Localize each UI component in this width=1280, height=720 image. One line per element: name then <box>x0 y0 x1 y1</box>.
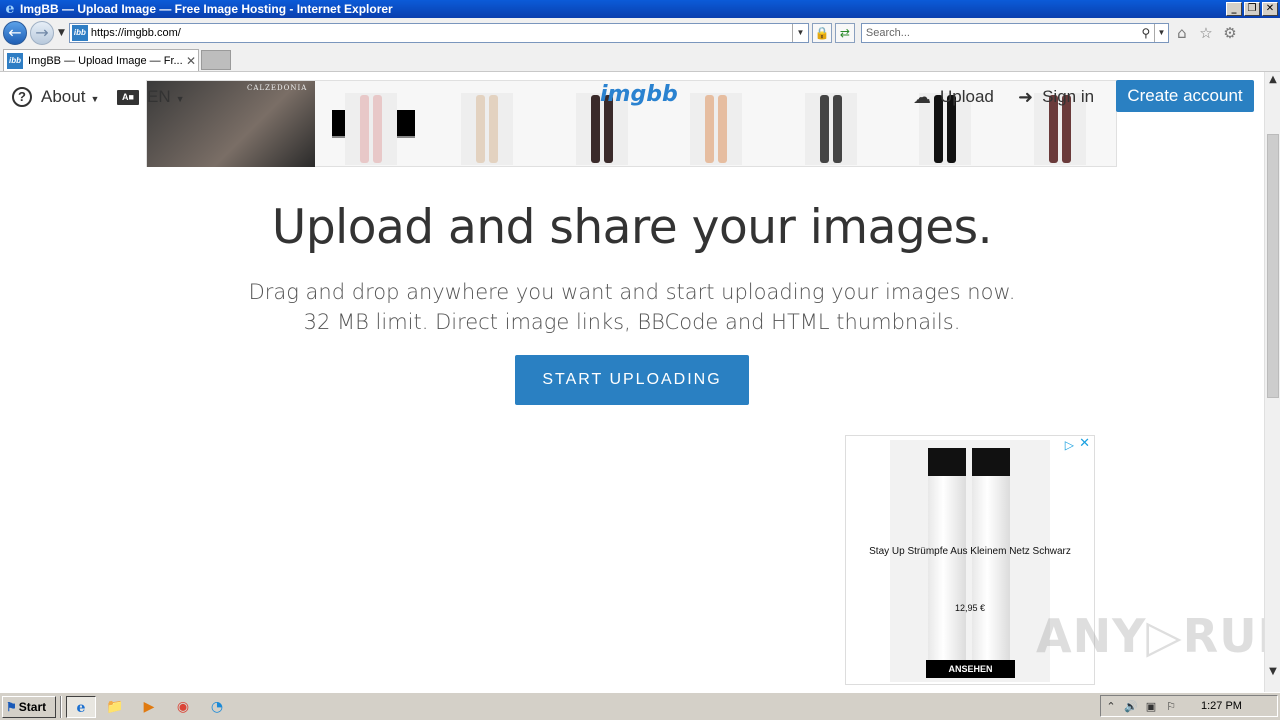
window-titlebar: e ImgBB — Upload Image — Free Image Host… <box>0 0 1280 18</box>
address-bar[interactable]: ibb https://imgbb.com/ ▼ <box>68 23 809 43</box>
restore-button[interactable]: ❐ <box>1244 2 1260 16</box>
ad-cta-button[interactable]: ANSEHEN <box>926 660 1015 678</box>
sign-in-icon: ➜ <box>1018 86 1034 107</box>
media-player-icon[interactable]: ▶ <box>134 696 164 718</box>
clock[interactable]: 1:27 PM <box>1201 700 1242 712</box>
page-scrollbar[interactable]: ▲ ▼ <box>1264 72 1280 692</box>
site-logo[interactable]: imgbb <box>600 82 678 107</box>
browser-tabbar: ibb ImgBB — Upload Image — Fr... ✕ <box>0 48 1280 72</box>
back-button[interactable]: ← <box>3 21 27 45</box>
lock-icon[interactable]: 🔒 <box>811 23 832 43</box>
address-input[interactable]: https://imgbb.com/ <box>91 27 792 39</box>
anyrun-watermark: ANY▷RUN <box>1036 609 1264 663</box>
history-dropdown-icon[interactable]: ▼ <box>58 28 65 38</box>
leg-shape <box>972 476 1010 676</box>
scrollbar-thumb[interactable] <box>1267 134 1279 398</box>
language-menu[interactable]: A■ EN ▼ <box>117 84 185 110</box>
caret-down-icon: ▼ <box>175 93 185 104</box>
tab-favicon-icon: ibb <box>7 52 23 69</box>
about-menu[interactable]: ? About ▼ <box>12 84 99 110</box>
hero-title: Upload and share your images. <box>271 200 993 255</box>
browser-navbar: ← → ▼ ibb https://imgbb.com/ ▼ 🔒 ⇄ Searc… <box>0 18 1280 48</box>
about-label: About <box>41 87 86 106</box>
create-account-button[interactable]: Create account <box>1116 80 1254 112</box>
scroll-down-icon[interactable]: ▼ <box>1265 664 1280 680</box>
search-dropdown-icon[interactable]: ▼ <box>1153 24 1168 42</box>
action-center-flag-icon[interactable]: ⚐ <box>1161 700 1181 713</box>
signin-link[interactable]: ➜ Sign in <box>1018 84 1094 110</box>
site-header: ? About ▼ A■ EN ▼ imgbb ☁ Upload ➜ Sign … <box>0 72 1264 122</box>
browser-tab-imgbb[interactable]: ibb ImgBB — Upload Image — Fr... ✕ <box>3 49 199 71</box>
favorites-star-icon[interactable]: ☆ <box>1195 24 1217 42</box>
internet-explorer-taskbar-icon[interactable]: e <box>66 695 96 718</box>
show-hidden-icons-icon[interactable]: ⌃ <box>1101 700 1121 713</box>
system-tray: ⌃ 🔊 ▣ ⚐ 1:27 PM <box>1100 695 1278 717</box>
page-viewport: CALZEDONIA ANSEHEN ? About ▼ A■ EN ▼ img… <box>0 72 1264 692</box>
cloud-upload-icon: ☁ <box>913 86 931 107</box>
start-button[interactable]: ⚑ Start <box>2 695 56 718</box>
leg-shape <box>928 476 966 676</box>
edge-icon[interactable]: ◔ <box>202 696 232 718</box>
internet-explorer-icon: e <box>5 1 15 17</box>
language-label: EN <box>147 87 171 106</box>
start-label: Start <box>18 699 47 714</box>
stocking-top <box>972 448 1010 478</box>
upload-label: Upload <box>940 87 994 106</box>
chrome-icon[interactable]: ◉ <box>168 696 198 718</box>
ad-product-name: Stay Up Strümpfe Aus Kleinem Netz Schwar… <box>869 546 1071 557</box>
site-favicon-icon: ibb <box>71 25 88 41</box>
tab-title: ImgBB — Upload Image — Fr... <box>28 54 183 67</box>
window-title: ImgBB — Upload Image — Free Image Hostin… <box>20 2 393 16</box>
windows-flag-icon: ⚑ <box>6 699 17 714</box>
start-uploading-button[interactable]: START UPLOADING <box>515 355 749 405</box>
taskbar-separator <box>60 695 62 718</box>
forward-button[interactable]: → <box>30 21 54 45</box>
compatibility-refresh-icon[interactable]: ⇄ <box>834 23 855 43</box>
ad-product-photo <box>890 440 1050 682</box>
signin-label: Sign in <box>1042 87 1095 106</box>
minimize-button[interactable]: _ <box>1226 2 1242 16</box>
search-box[interactable]: Search... ⚲ ▼ <box>860 23 1169 43</box>
question-circle-icon: ? <box>12 87 32 107</box>
language-icon: A■ <box>117 89 139 105</box>
settings-gear-icon[interactable]: ⚙ <box>1219 24 1241 42</box>
taskbar: ⚑ Start e 📁 ▶ ◉ ◔ ⌃ 🔊 ▣ ⚐ 1:27 PM <box>0 692 1280 720</box>
network-icon[interactable]: ▣ <box>1141 700 1161 713</box>
adchoices-icon[interactable]: ▷ <box>1065 438 1074 452</box>
scroll-up-icon[interactable]: ▲ <box>1265 72 1280 88</box>
search-icon[interactable]: ⚲ <box>1138 26 1154 40</box>
new-tab-button[interactable] <box>201 50 231 70</box>
tab-close-icon[interactable]: ✕ <box>184 54 198 68</box>
hero-subtitle: Drag and drop anywhere you want and star… <box>248 280 1016 334</box>
ad-close-icon[interactable]: ✕ <box>1079 436 1090 451</box>
address-dropdown-icon[interactable]: ▼ <box>791 24 808 42</box>
search-input[interactable]: Search... <box>866 27 1138 39</box>
close-window-button[interactable]: ✕ <box>1262 2 1278 16</box>
upload-link[interactable]: ☁ Upload <box>913 84 994 110</box>
home-icon[interactable]: ⌂ <box>1171 24 1193 42</box>
caret-down-icon: ▼ <box>90 93 100 104</box>
volume-icon[interactable]: 🔊 <box>1121 700 1141 713</box>
file-explorer-icon[interactable]: 📁 <box>100 696 130 718</box>
stocking-top <box>928 448 966 478</box>
